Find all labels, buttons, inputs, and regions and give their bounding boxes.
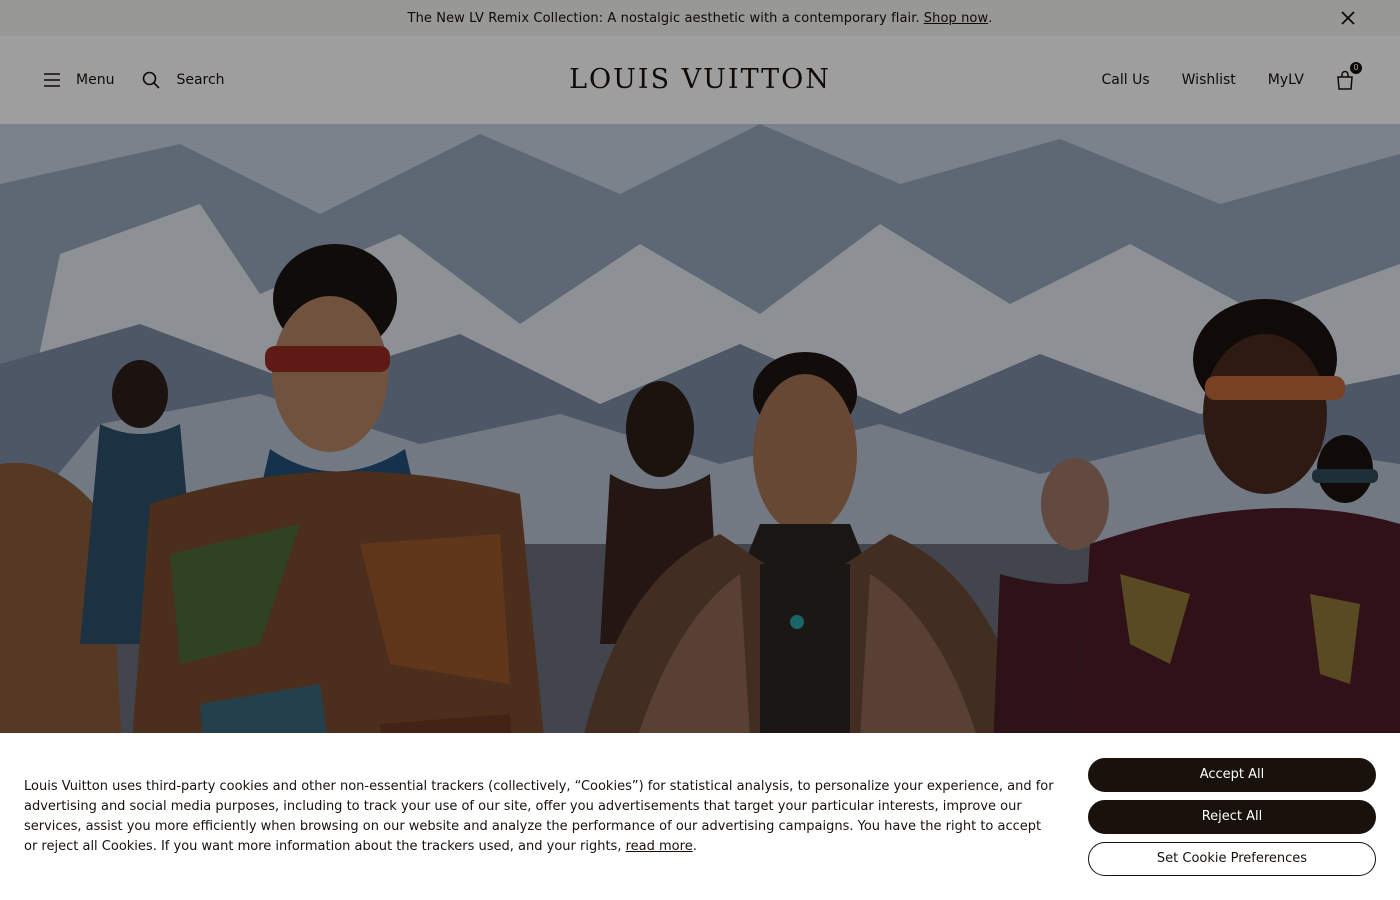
accept-all-button[interactable]: Accept All	[1088, 758, 1376, 792]
cookie-text: Louis Vuitton uses third-party cookies a…	[24, 779, 1054, 854]
reject-all-button[interactable]: Reject All	[1088, 800, 1376, 834]
cookie-banner: Louis Vuitton uses third-party cookies a…	[0, 733, 1400, 900]
cookie-message: Louis Vuitton uses third-party cookies a…	[24, 777, 1054, 857]
set-cookie-preferences-button[interactable]: Set Cookie Preferences	[1088, 842, 1376, 876]
read-more-link[interactable]: read more	[626, 839, 693, 854]
cookie-text-trailing: .	[692, 839, 697, 854]
